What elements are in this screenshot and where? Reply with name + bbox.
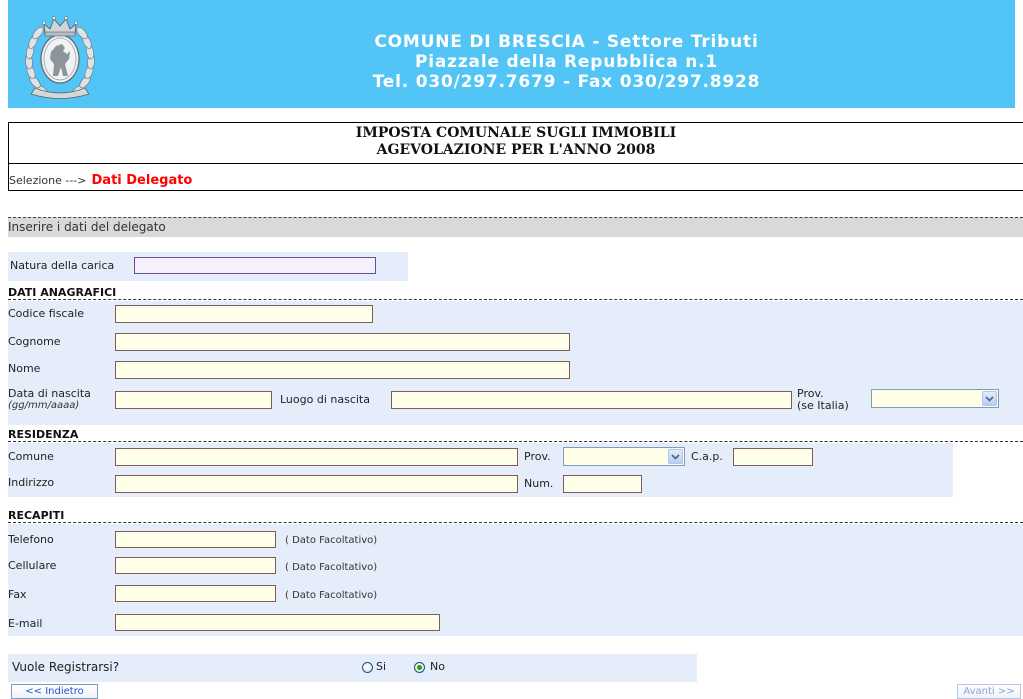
chevron-down-icon[interactable] [982, 391, 997, 406]
fax-optional-note: ( Dato Facoltativo) [285, 590, 378, 601]
indirizzo-label: Indirizzo [8, 476, 55, 489]
telefono-input[interactable] [115, 531, 276, 548]
data-nascita-label: Data di nascita [8, 387, 91, 400]
radio-si-label[interactable]: Si [376, 660, 386, 674]
page-title-line-2: AGEVOLAZIONE PER L'ANNO 2008 [376, 142, 656, 158]
coat-of-arms-logo [15, 4, 105, 104]
cellulare-label: Cellulare [8, 559, 57, 572]
nome-label: Nome [8, 362, 41, 375]
email-label: E-mail [8, 617, 43, 630]
residenza-panel: Comune Prov. C.a.p. Indirizzo Num. [8, 443, 953, 497]
cognome-input[interactable] [115, 333, 570, 351]
indirizzo-input[interactable] [115, 475, 518, 493]
data-nascita-format-hint: (gg/mm/aaaa) [8, 400, 80, 411]
prov-nascita-hint: (se Italia) [797, 399, 849, 412]
cellulare-input[interactable] [115, 557, 276, 574]
back-button[interactable]: << Indietro [11, 684, 98, 699]
cap-label: C.a.p. [691, 450, 723, 463]
telefono-optional-note: ( Dato Facoltativo) [285, 535, 378, 546]
radio-no-label[interactable]: No [430, 660, 445, 674]
section-heading-residenza: RESIDENZA [8, 428, 1023, 442]
data-nascita-input[interactable] [115, 391, 272, 409]
comune-input[interactable] [115, 448, 518, 466]
breadcrumb-current-step: Dati Delegato [91, 173, 193, 188]
recapiti-panel: Telefono ( Dato Facoltativo) Cellulare (… [8, 524, 1023, 636]
fax-input[interactable] [115, 585, 276, 602]
registrazione-row: Vuole Registrarsi? Si No [8, 654, 697, 682]
breadcrumb: Selezione ---> Dati Delegato [8, 164, 1023, 191]
fax-label: Fax [8, 588, 27, 601]
prov-residenza-label: Prov. [524, 450, 551, 463]
anagrafici-panel: Codice fiscale Cognome Nome Data di nasc… [8, 301, 1023, 425]
prov-residenza-select[interactable] [563, 447, 685, 466]
chevron-down-icon[interactable] [668, 449, 683, 464]
codice-fiscale-input[interactable] [115, 305, 373, 323]
header-info: COMUNE DI BRESCIA - Settore Tributi Piaz… [118, 32, 1015, 92]
page-title: IMPOSTA COMUNALE SUGLI IMMOBILI AGEVOLAZ… [8, 122, 1023, 164]
num-input[interactable] [563, 475, 642, 493]
radio-si[interactable] [362, 662, 373, 673]
natura-carica-row: Natura della carica [8, 252, 408, 281]
natura-carica-label: Natura della carica [10, 259, 115, 272]
section-heading-recapiti: RECAPITI [8, 509, 1023, 523]
luogo-nascita-input[interactable] [391, 391, 792, 409]
cap-input[interactable] [733, 448, 813, 466]
natura-carica-input[interactable] [134, 257, 376, 274]
office-name: COMUNE DI BRESCIA - Settore Tributi [374, 32, 759, 52]
instructions-band: Inserire i dati del delegato [8, 217, 1023, 237]
section-heading-anagrafici: DATI ANAGRAFICI [8, 286, 1023, 300]
nome-input[interactable] [115, 361, 570, 379]
radio-no[interactable] [414, 662, 425, 673]
luogo-nascita-label: Luogo di nascita [280, 393, 370, 406]
office-address: Piazzale della Repubblica n.1 [415, 52, 718, 72]
breadcrumb-step-selezione[interactable]: Selezione ---> [9, 174, 87, 187]
prov-nascita-select[interactable] [871, 389, 999, 408]
codice-fiscale-label: Codice fiscale [8, 307, 85, 320]
telefono-label: Telefono [8, 533, 54, 546]
next-button[interactable]: Avanti >> [957, 684, 1021, 699]
cellulare-optional-note: ( Dato Facoltativo) [285, 562, 378, 573]
page-title-line-1: IMPOSTA COMUNALE SUGLI IMMOBILI [355, 125, 677, 141]
email-input[interactable] [115, 614, 440, 631]
registrazione-question: Vuole Registrarsi? [12, 660, 120, 674]
cognome-label: Cognome [8, 335, 61, 348]
office-contacts: Tel. 030/297.7679 - Fax 030/297.8928 [372, 72, 761, 92]
site-header: COMUNE DI BRESCIA - Settore Tributi Piaz… [8, 0, 1015, 108]
comune-label: Comune [8, 450, 54, 463]
num-label: Num. [524, 477, 554, 490]
